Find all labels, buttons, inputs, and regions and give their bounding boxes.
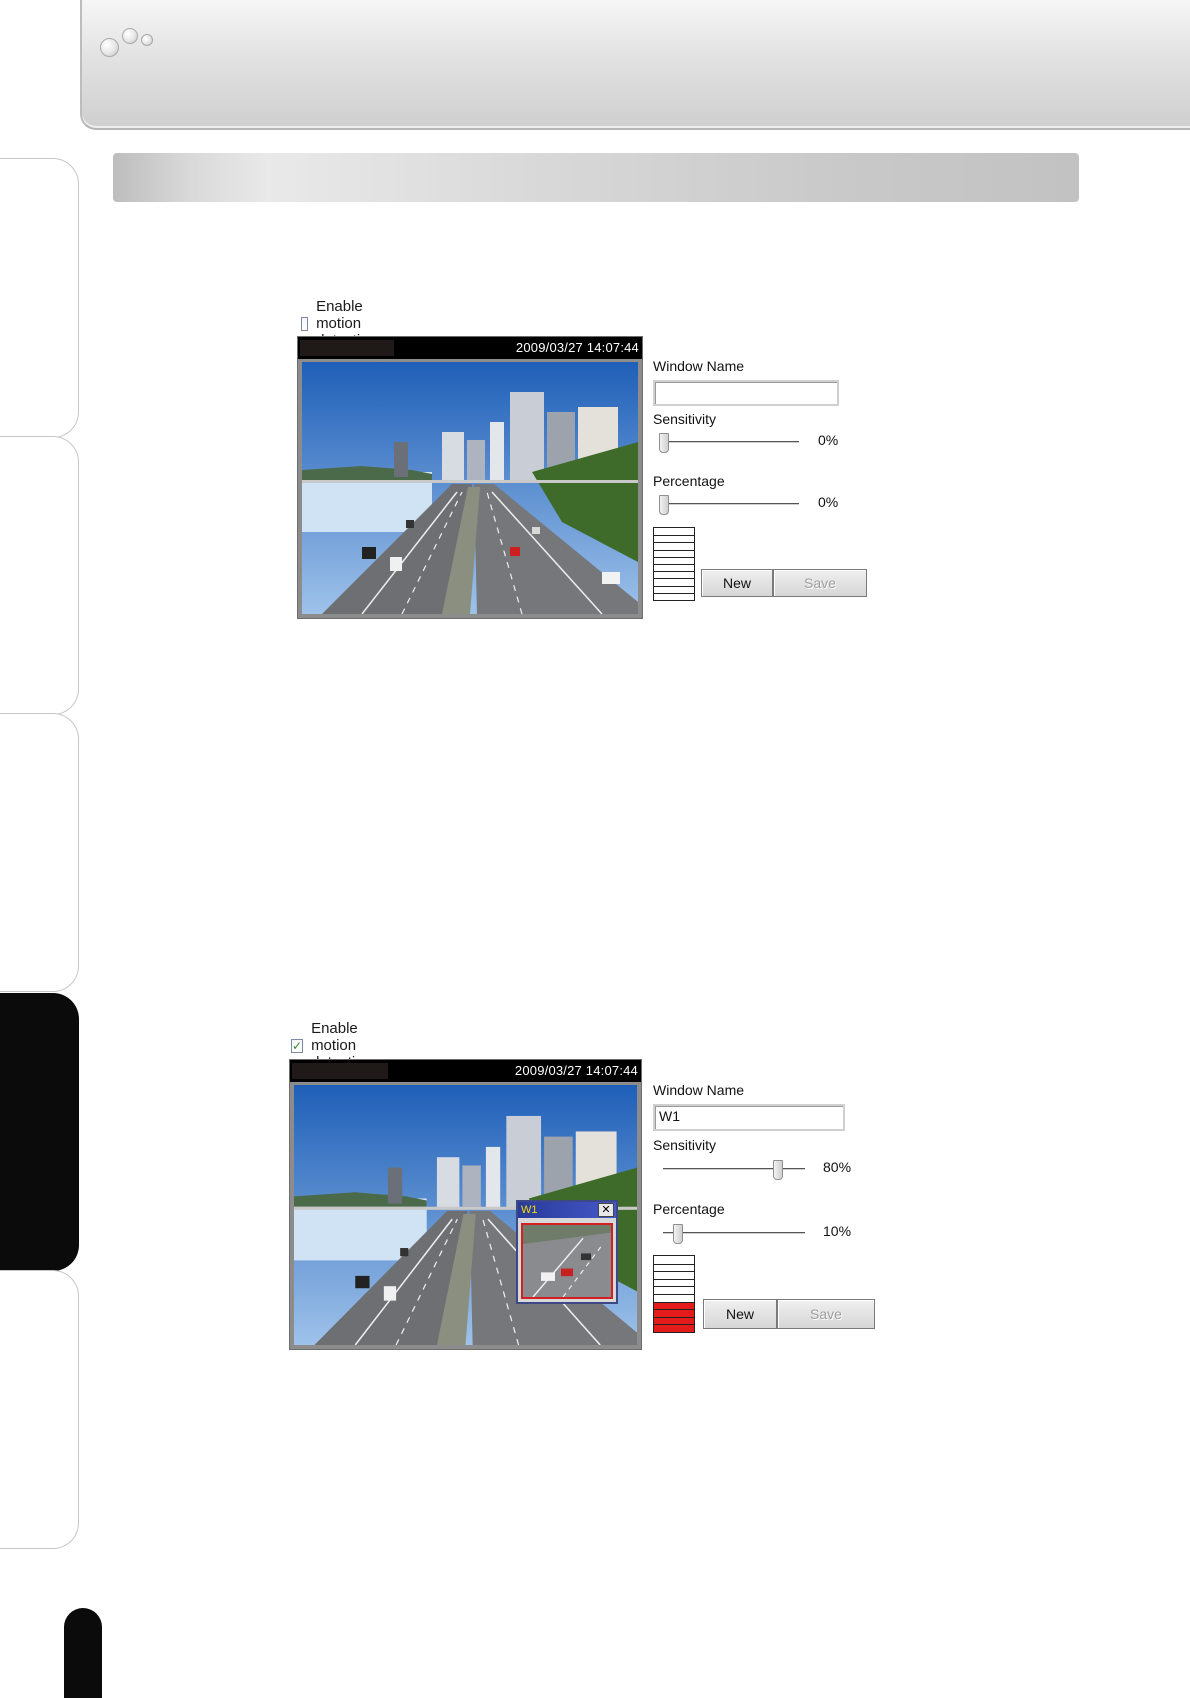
enable-motion-detection-checkbox[interactable] — [301, 316, 309, 331]
sensitivity-label: Sensitivity — [653, 1137, 717, 1153]
motion-level-meter — [653, 1255, 695, 1333]
video-status-bar: 2009/03/27 14:07:44 — [290, 1060, 641, 1082]
meter-segment — [654, 549, 694, 557]
percentage-slider-thumb[interactable] — [673, 1224, 684, 1244]
video-status-bar: 2009/03/27 14:07:44 — [298, 337, 642, 359]
live-video-view[interactable]: 2009/03/27 14:07:44 — [289, 1059, 642, 1350]
meter-segment — [654, 1316, 694, 1325]
page-number-tab — [64, 1608, 102, 1698]
motion-detection-region[interactable] — [521, 1223, 613, 1299]
side-tab-3 — [0, 713, 79, 992]
meter-segment — [654, 1256, 694, 1264]
motion-window-title: W1 — [521, 1204, 538, 1216]
percentage-value: 0% — [818, 494, 839, 510]
sensitivity-slider-track[interactable] — [663, 441, 799, 443]
sensitivity-slider-thumb[interactable] — [772, 1160, 783, 1180]
meter-segment — [654, 563, 694, 571]
meter-segment — [654, 1263, 694, 1272]
new-window-button[interactable]: New — [701, 569, 773, 597]
percentage-slider-track[interactable] — [663, 503, 799, 505]
meter-segment — [654, 1278, 694, 1287]
meter-segment — [654, 1286, 694, 1294]
camera-image — [302, 362, 638, 614]
motion-window-titlebar[interactable]: W1 ✕ — [518, 1202, 616, 1218]
motion-level-meter — [653, 527, 695, 601]
sensitivity-value: 80% — [823, 1159, 852, 1175]
meter-segment — [654, 556, 694, 564]
sensitivity-label: Sensitivity — [653, 411, 717, 427]
side-tab-active — [0, 993, 79, 1271]
meter-segment — [654, 578, 694, 585]
window-name-label: Window Name — [653, 358, 745, 374]
motion-window-w1[interactable]: W1 ✕ — [516, 1200, 618, 1304]
video-timestamp: 2009/03/27 14:07:44 — [514, 1063, 638, 1078]
side-tab-5 — [0, 1270, 79, 1549]
percentage-slider-thumb[interactable] — [659, 495, 669, 515]
window-name-label: Window Name — [653, 1082, 745, 1098]
sensitivity-value: 0% — [818, 432, 839, 448]
new-window-button[interactable]: New — [703, 1299, 777, 1329]
meter-segment — [654, 585, 694, 593]
video-timestamp: 2009/03/27 14:07:44 — [515, 340, 639, 355]
meter-segment — [654, 528, 694, 535]
meter-segment — [654, 571, 694, 578]
meter-segment — [654, 1301, 694, 1310]
sensitivity-slider-track[interactable] — [663, 1168, 805, 1170]
meter-segment — [654, 1309, 694, 1317]
meter-segment — [654, 592, 694, 600]
window-name-input[interactable]: W1 — [653, 1104, 845, 1131]
meter-segment — [654, 542, 694, 549]
save-button[interactable]: Save — [773, 569, 867, 597]
sensitivity-slider-thumb[interactable] — [659, 433, 669, 453]
meter-segment — [654, 535, 694, 542]
meter-segment — [654, 1293, 694, 1302]
percentage-slider-track[interactable] — [663, 1232, 805, 1234]
percentage-label: Percentage — [653, 473, 725, 489]
meter-segment — [654, 1324, 694, 1332]
side-tab-2 — [0, 436, 79, 715]
page-header-banner — [80, 0, 1190, 130]
side-tab-1 — [0, 158, 79, 438]
section-title-bar — [113, 153, 1079, 202]
meter-segment — [654, 1271, 694, 1279]
percentage-label: Percentage — [653, 1201, 725, 1217]
window-name-input[interactable] — [653, 380, 839, 406]
enable-motion-detection-checkbox[interactable]: ✓ — [291, 1038, 304, 1053]
live-video-view[interactable]: 2009/03/27 14:07:44 — [297, 336, 643, 619]
save-button[interactable]: Save — [777, 1299, 875, 1329]
percentage-value: 10% — [823, 1223, 852, 1239]
close-icon[interactable]: ✕ — [598, 1203, 614, 1217]
